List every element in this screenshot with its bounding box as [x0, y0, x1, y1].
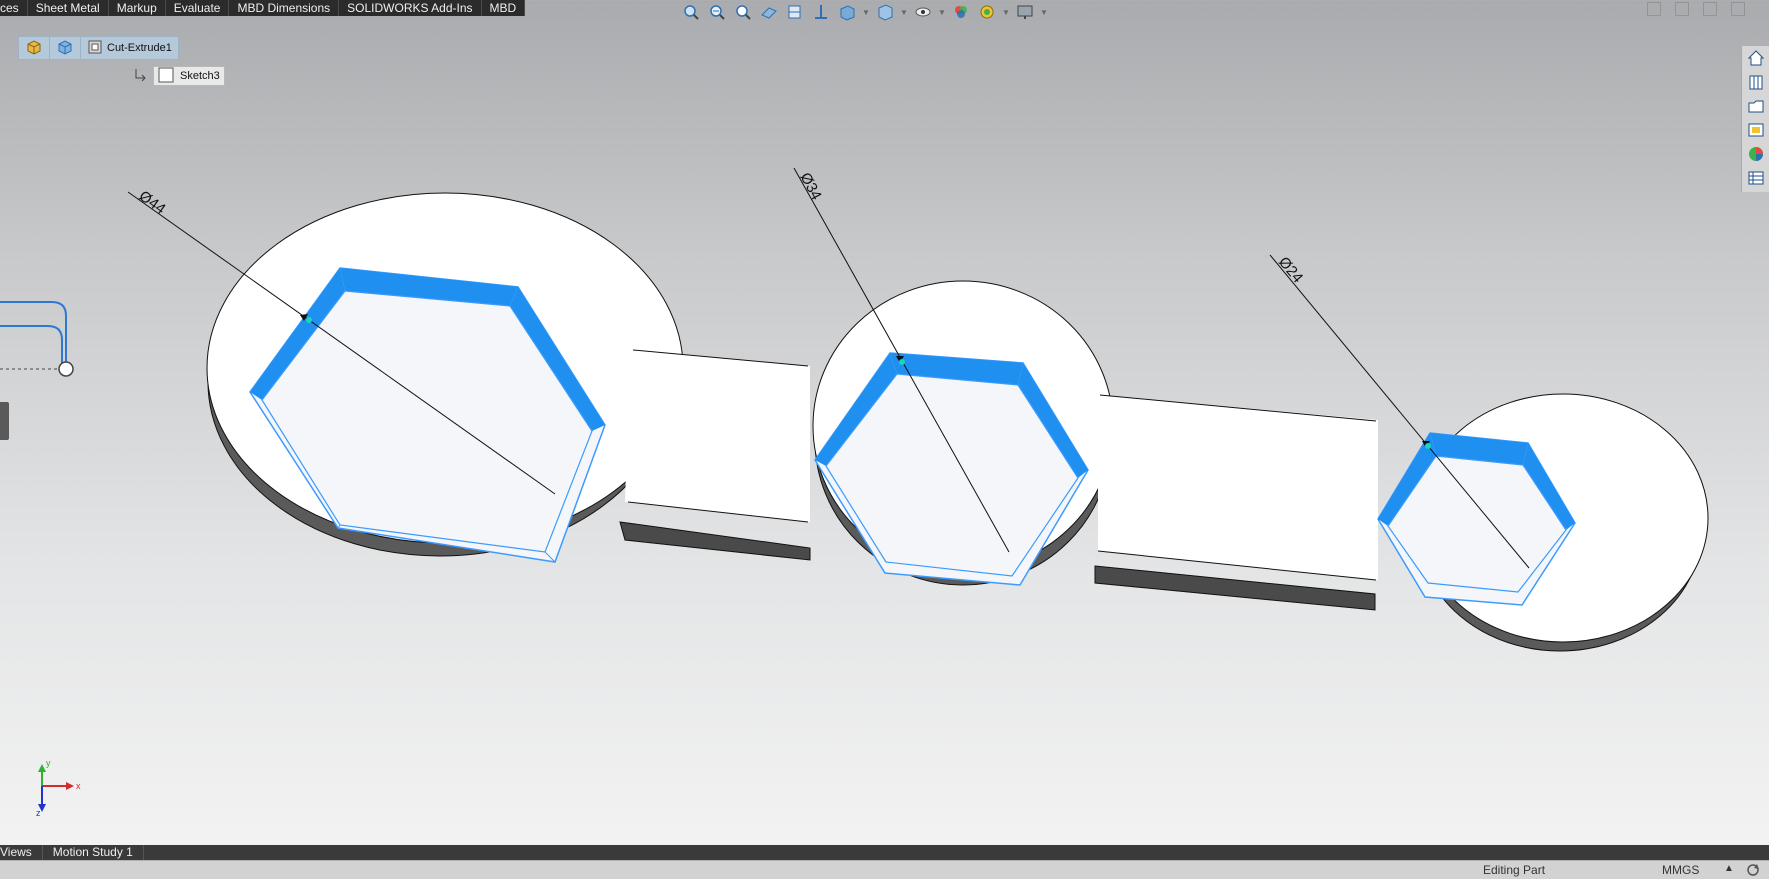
- home-icon[interactable]: [1745, 48, 1767, 68]
- tab-motion-study-1[interactable]: Motion Study 1: [43, 845, 144, 860]
- status-bar: Editing Part MMGS ▲: [0, 860, 1769, 879]
- dimension-label-24[interactable]: Ø24: [1275, 254, 1306, 287]
- custom-properties-icon[interactable]: [1745, 168, 1767, 188]
- bottom-tab-bar: Views Motion Study 1: [0, 845, 1769, 860]
- flyout-connector: [0, 301, 74, 377]
- reference-triad: y x z: [36, 758, 81, 818]
- graphics-area[interactable]: Ø44 Ø34 Ø24 y x z: [0, 0, 1769, 879]
- dimension-label-34[interactable]: Ø34: [796, 170, 824, 203]
- file-explorer-icon[interactable]: [1745, 120, 1767, 140]
- triad-z-label: z: [36, 808, 41, 818]
- triad-x-label: x: [76, 781, 81, 791]
- appearances-icon[interactable]: [1745, 144, 1767, 164]
- design-library-icon[interactable]: [1745, 96, 1767, 116]
- dimension-label-44[interactable]: Ø44: [136, 187, 169, 217]
- triad-y-label: y: [46, 758, 51, 768]
- rebuild-icon[interactable]: [1745, 862, 1761, 879]
- resources-icon[interactable]: [1745, 72, 1767, 92]
- status-mode: Editing Part: [1483, 863, 1546, 877]
- tab-views[interactable]: Views: [0, 845, 43, 860]
- chevron-up-icon[interactable]: ▲: [1724, 863, 1734, 874]
- task-pane: [1741, 46, 1769, 192]
- status-units[interactable]: MMGS: [1662, 863, 1699, 877]
- panel-collapse-handle[interactable]: [0, 402, 9, 440]
